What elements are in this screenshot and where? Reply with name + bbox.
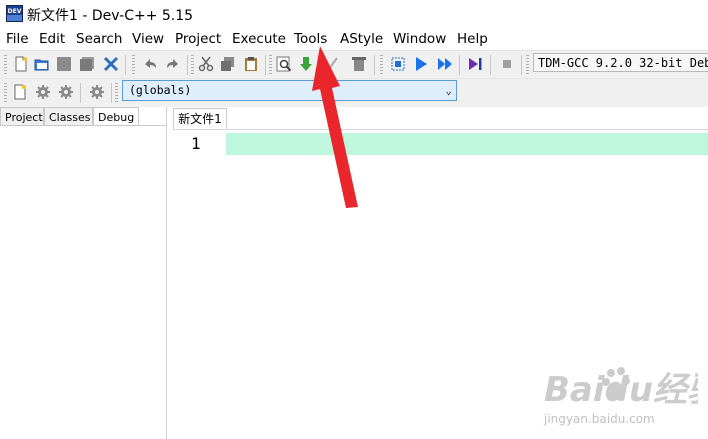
watermark: Baidu经验 jingyan.baidu.com xyxy=(538,359,708,434)
watermark-url: jingyan.baidu.com xyxy=(543,412,655,426)
baidu-logo-icon: Baidu经验 jingyan.baidu.com xyxy=(543,367,708,426)
